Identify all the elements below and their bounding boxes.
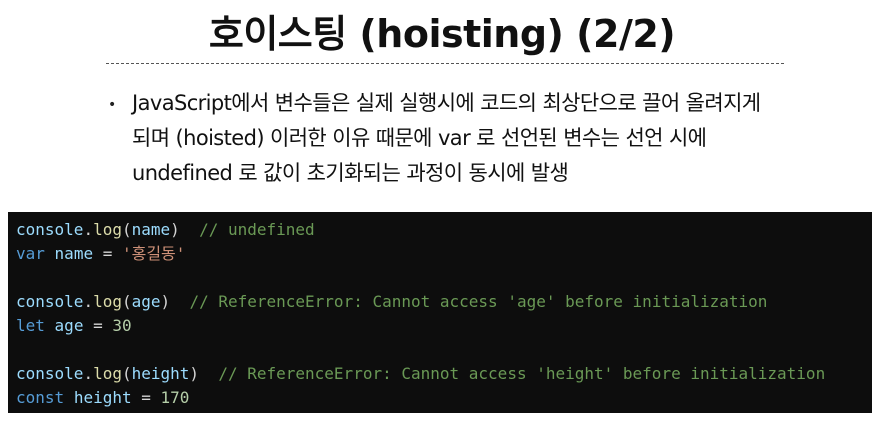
code-block: console.log(name) // undefined var name =… <box>8 212 872 413</box>
slide-title: 호이스팅 (hoisting) (2/2) <box>208 12 676 56</box>
code-function-token: log <box>93 292 122 311</box>
code-variable-token: height <box>73 388 132 407</box>
code-keyword-token: const <box>16 388 65 407</box>
code-function-token: log <box>93 220 122 239</box>
code-line: let age = 30 <box>16 314 872 338</box>
code-punctuation-token <box>45 316 55 335</box>
code-variable-token: height <box>131 364 190 383</box>
code-keyword-token: let <box>16 316 45 335</box>
bullet-paragraph: JavaScript에서 변수들은 실제 실행시에 코드의 최상단으로 끌어 올… <box>132 86 832 191</box>
code-string-token: '홍길동' <box>121 244 186 263</box>
bullet-line: JavaScript에서 변수들은 실제 실행시에 코드의 최상단으로 끌어 올… <box>132 91 761 115</box>
code-punctuation-token: ) <box>189 364 200 383</box>
code-object-token: console <box>16 364 84 383</box>
code-variable-token: age <box>54 316 84 335</box>
code-operator-token: = <box>83 316 113 335</box>
code-line: console.log(name) // undefined <box>16 218 872 242</box>
code-punctuation-token: . <box>83 220 94 239</box>
code-variable-token: name <box>54 244 94 263</box>
code-punctuation-token: ( <box>121 220 132 239</box>
code-object-token: console <box>16 292 84 311</box>
code-number-token: 170 <box>160 388 190 407</box>
title-divider <box>106 63 784 64</box>
code-number-token: 30 <box>112 316 132 335</box>
code-comment-token: // undefined <box>179 220 315 239</box>
code-punctuation-token: ( <box>121 364 132 383</box>
code-operator-token: = <box>93 244 122 263</box>
code-keyword-token: var <box>16 244 45 263</box>
code-punctuation-token: ) <box>160 292 171 311</box>
code-comment-token: // ReferenceError: Cannot access 'age' b… <box>170 292 768 311</box>
code-function-token: log <box>93 364 122 383</box>
code-punctuation-token <box>64 388 74 407</box>
bullet-line: 되며 (hoisted) 이러한 이유 때문에 var 로 선언된 변수는 선언… <box>132 126 707 150</box>
code-punctuation-token <box>45 244 55 263</box>
code-punctuation-token: ) <box>170 220 180 239</box>
code-punctuation-token: ( <box>121 292 132 311</box>
code-line: var name = '홍길동' <box>16 242 872 266</box>
code-punctuation-token: . <box>83 292 94 311</box>
code-object-token: console <box>16 220 84 239</box>
code-line: const height = 170 <box>16 386 872 410</box>
code-variable-token: name <box>131 220 171 239</box>
code-line: console.log(age) // ReferenceError: Cann… <box>16 290 872 314</box>
code-operator-token: = <box>131 388 161 407</box>
code-comment-token: // ReferenceError: Cannot access 'height… <box>199 364 826 383</box>
code-variable-token: age <box>131 292 161 311</box>
code-line: console.log(height) // ReferenceError: C… <box>16 362 872 386</box>
code-punctuation-token: . <box>83 364 94 383</box>
bullet-line: undefined 로 값이 초기화되는 과정이 동시에 발생 <box>132 161 569 185</box>
bullet-marker: • <box>108 97 117 113</box>
